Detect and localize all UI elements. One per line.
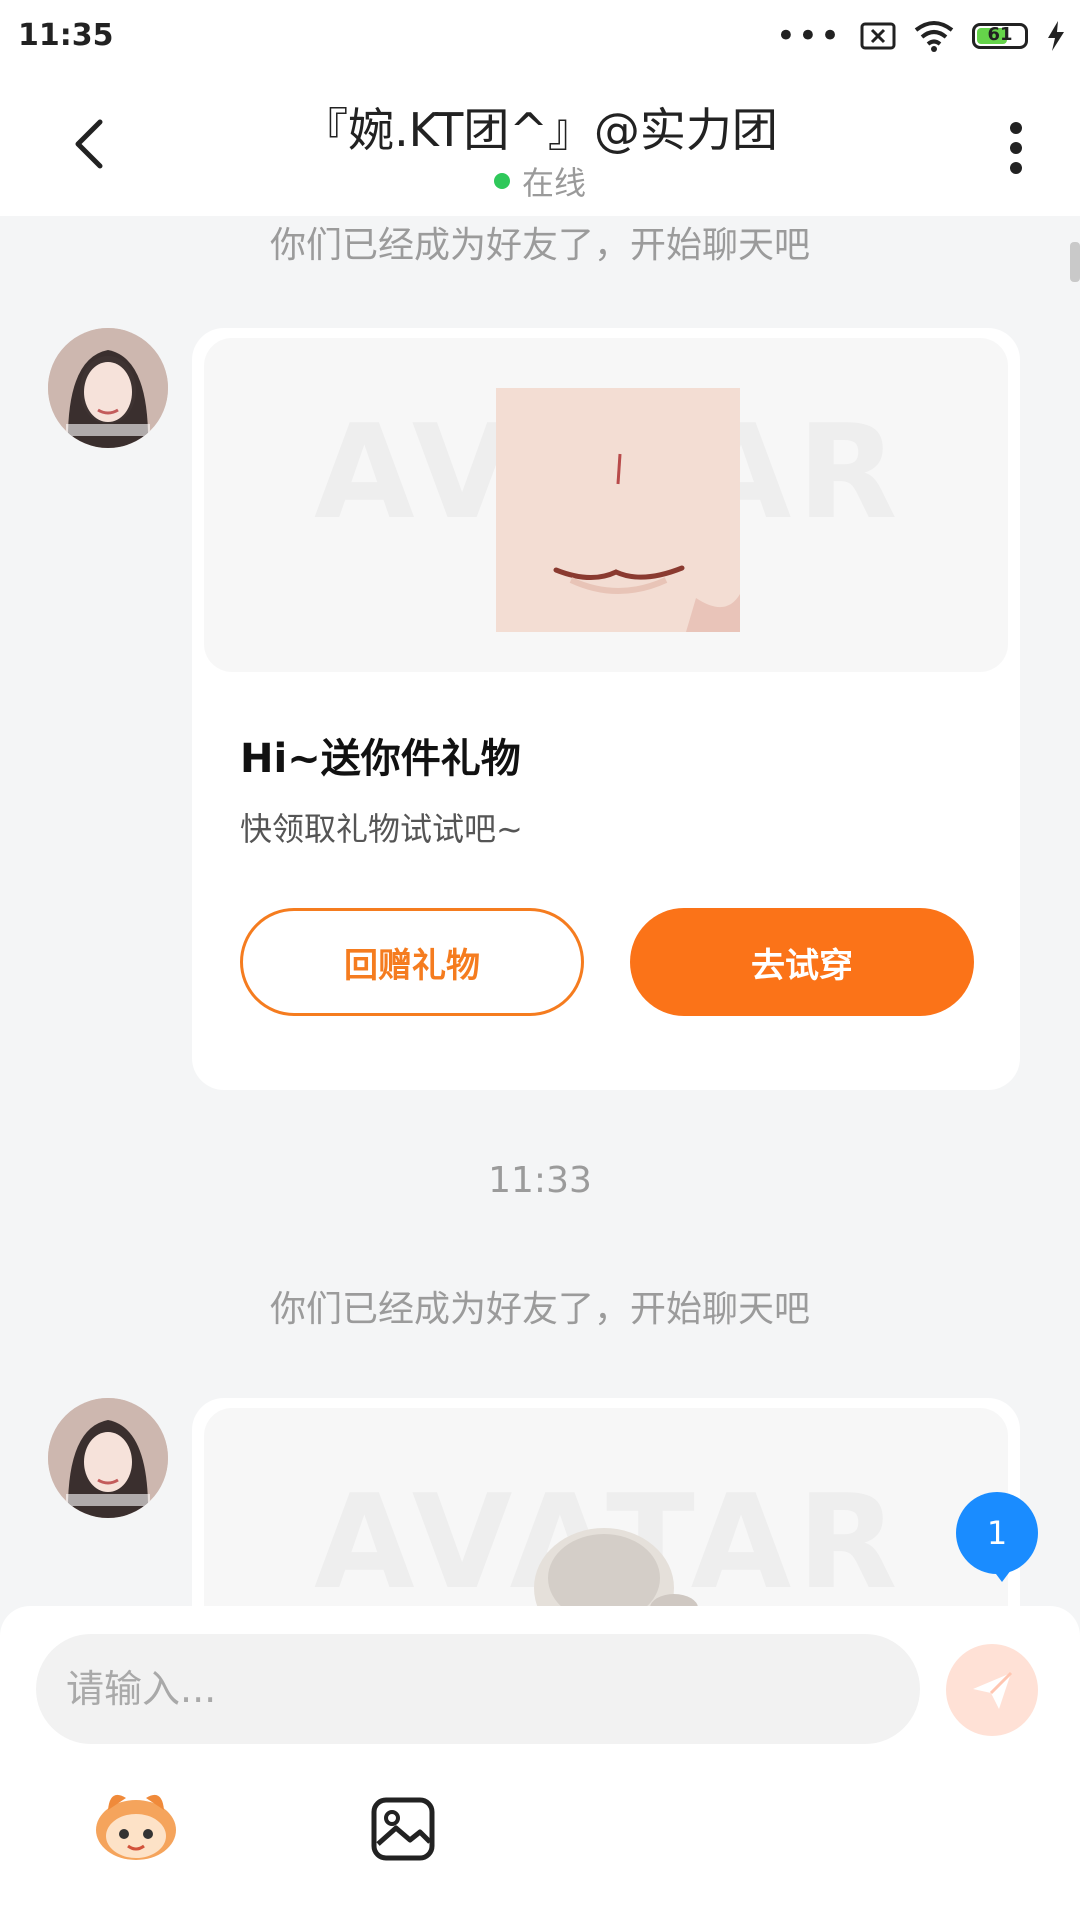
gift-subtitle: 快领取礼物试试吧~ xyxy=(240,810,523,848)
system-notice: 你们已经成为好友了，开始聊天吧 xyxy=(269,225,810,266)
unread-badge[interactable]: 1 xyxy=(956,1492,1038,1574)
send-button[interactable] xyxy=(946,1644,1038,1736)
sim-off-icon xyxy=(860,22,896,50)
battery-icon: 61 xyxy=(972,23,1028,49)
message-input[interactable] xyxy=(36,1634,920,1744)
mascot-emoji-icon[interactable] xyxy=(90,1784,182,1862)
avatar[interactable] xyxy=(48,1398,168,1518)
send-icon xyxy=(973,1671,1013,1709)
chat-title: 『婉.KT团^』@实力团 xyxy=(302,103,778,157)
gift-preview[interactable]: AVATAR xyxy=(204,338,1008,672)
chat-header: 『婉.KT团^』@实力团 在线 xyxy=(0,72,1080,216)
status-icons: ••• 61 xyxy=(776,16,1066,56)
gift-hair-image xyxy=(534,1528,698,1606)
battery-level: 61 xyxy=(987,24,1013,45)
unread-badge-tail xyxy=(990,1566,1014,1582)
online-dot-icon xyxy=(493,173,510,189)
chat-area[interactable]: 你们已经成为好友了，开始聊天吧 AVATAR Hi~送你件礼物 快领取礼物试试吧… xyxy=(0,216,1080,1606)
avatar-photo xyxy=(48,1398,168,1518)
try-on-button[interactable]: 去试穿 xyxy=(630,908,974,1016)
online-label: 在线 xyxy=(521,164,586,202)
gift-preview[interactable]: AVATAR xyxy=(204,1408,1008,1606)
composer xyxy=(0,1606,1080,1920)
more-dots-icon: ••• xyxy=(775,16,842,56)
online-status: 在线 xyxy=(0,158,1080,204)
system-notice: 你们已经成为好友了，开始聊天吧 xyxy=(269,1289,810,1330)
gift-card: AVATAR Hi~送你件礼物 快领取礼物试试吧~ 回赠礼物 去试穿 xyxy=(192,328,1020,1090)
avatar[interactable] xyxy=(48,328,168,448)
gift-face-image xyxy=(496,388,740,632)
status-bar: 11:35 ••• 61 xyxy=(0,0,1080,72)
avatar-photo xyxy=(48,328,168,448)
image-icon[interactable] xyxy=(370,1796,436,1862)
return-gift-button[interactable]: 回赠礼物 xyxy=(240,908,584,1016)
charging-icon xyxy=(1048,21,1064,51)
wifi-icon xyxy=(914,21,954,52)
more-vertical-icon[interactable] xyxy=(988,116,1044,180)
gift-title: Hi~送你件礼物 xyxy=(240,736,521,782)
status-time: 11:35 xyxy=(18,18,114,53)
message-timestamp: 11:33 xyxy=(488,1160,592,1201)
gift-card: AVATAR xyxy=(192,1398,1020,1606)
